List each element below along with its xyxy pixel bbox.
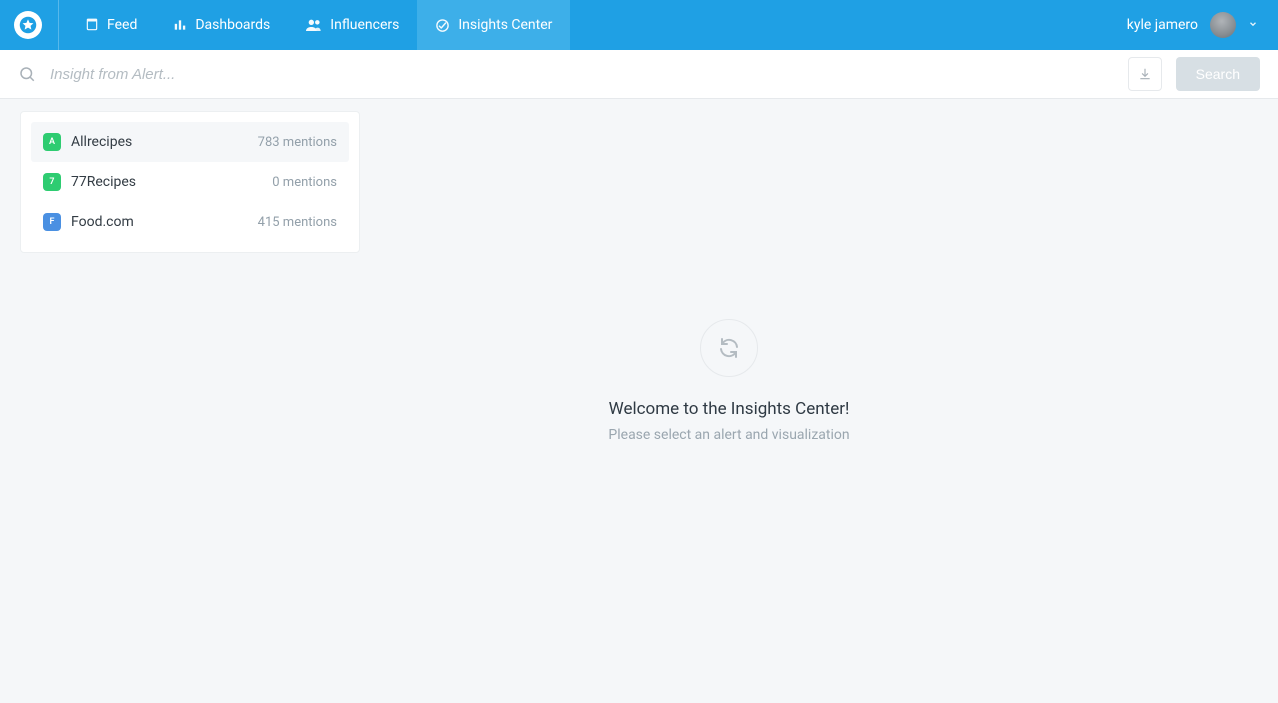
empty-state: Welcome to the Insights Center! Please s… <box>608 319 849 443</box>
download-button[interactable] <box>1128 57 1162 91</box>
alert-badge: F <box>43 213 61 231</box>
nav-item-influencers[interactable]: Influencers <box>288 0 417 50</box>
nav-label: Dashboards <box>195 17 270 33</box>
content-area: Welcome to the Insights Center! Please s… <box>360 99 1278 703</box>
user-name: kyle jamero <box>1127 17 1198 33</box>
search-button[interactable]: Search <box>1176 57 1260 91</box>
sidebar: A Allrecipes 783 mentions 7 77Recipes 0 … <box>0 99 360 703</box>
alert-count: 0 mentions <box>272 175 337 190</box>
alert-row[interactable]: A Allrecipes 783 mentions <box>31 122 349 162</box>
logo-wrap <box>14 0 59 50</box>
alert-count: 783 mentions <box>258 135 337 150</box>
nav-label: Feed <box>107 17 137 33</box>
top-navbar: Feed Dashboards Influencers <box>0 0 1278 50</box>
search-input[interactable] <box>50 66 1114 83</box>
alert-count: 415 mentions <box>258 215 337 230</box>
search-bar: Search <box>0 50 1278 99</box>
people-icon <box>306 18 322 32</box>
feed-icon <box>85 18 99 32</box>
avatar <box>1210 12 1236 38</box>
nav-item-feed[interactable]: Feed <box>67 0 155 50</box>
user-menu[interactable]: kyle jamero <box>1127 12 1258 38</box>
star-icon <box>19 16 37 34</box>
chevron-down-icon <box>1248 17 1258 33</box>
nav-item-dashboards[interactable]: Dashboards <box>155 0 288 50</box>
nav-label: Influencers <box>330 17 399 33</box>
alert-badge: 7 <box>43 173 61 191</box>
app-logo[interactable] <box>14 11 42 39</box>
main-content: A Allrecipes 783 mentions 7 77Recipes 0 … <box>0 99 1278 703</box>
nav-items: Feed Dashboards Influencers <box>67 0 570 50</box>
alert-name: Allrecipes <box>71 134 258 150</box>
search-icon <box>18 65 36 83</box>
download-icon <box>1138 67 1152 81</box>
nav-item-insights-center[interactable]: Insights Center <box>417 0 570 50</box>
refresh-icon <box>717 336 741 360</box>
alerts-card: A Allrecipes 783 mentions 7 77Recipes 0 … <box>20 111 360 253</box>
bars-icon <box>173 18 187 32</box>
alert-name: 77Recipes <box>71 174 272 190</box>
alert-badge: A <box>43 133 61 151</box>
alert-name: Food.com <box>71 214 258 230</box>
refresh-circle <box>700 319 758 377</box>
empty-subtitle: Please select an alert and visualization <box>608 427 849 443</box>
alert-row[interactable]: 7 77Recipes 0 mentions <box>31 162 349 202</box>
alert-row[interactable]: F Food.com 415 mentions <box>31 202 349 242</box>
empty-title: Welcome to the Insights Center! <box>609 399 850 419</box>
target-icon <box>435 18 450 33</box>
nav-label: Insights Center <box>458 17 552 33</box>
